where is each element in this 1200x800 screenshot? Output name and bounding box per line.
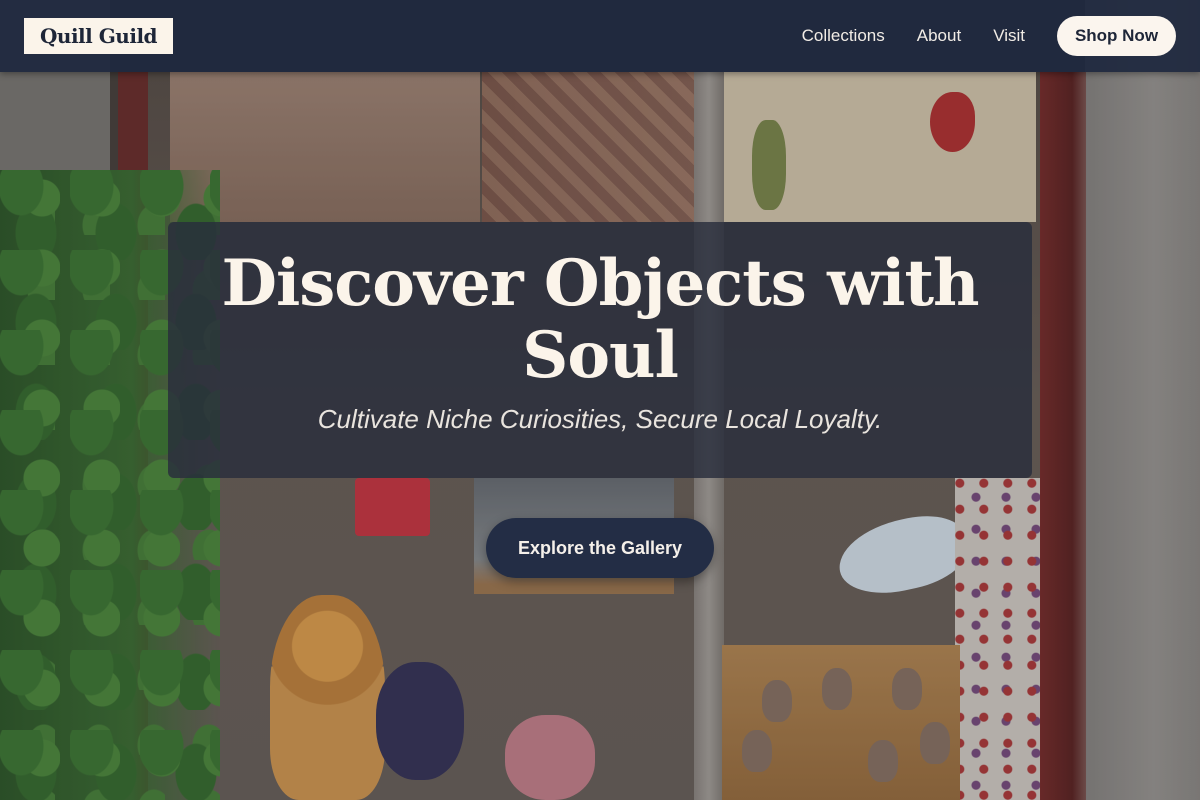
nav-link-collections[interactable]: Collections [802,26,885,46]
nav-link-about[interactable]: About [917,26,961,46]
top-navigation-bar: Quill Guild Collections About Visit Shop… [0,0,1200,72]
primary-nav: Collections About Visit Shop Now [802,16,1176,56]
hero-title: Discover Objects with Soul [221,246,979,393]
explore-gallery-button[interactable]: Explore the Gallery [486,518,714,578]
hero-subtitle: Cultivate Niche Curiosities, Secure Loca… [317,404,883,434]
shop-now-button[interactable]: Shop Now [1057,16,1176,56]
brand-logo[interactable]: Quill Guild [24,18,174,54]
nav-link-visit[interactable]: Visit [993,26,1025,46]
hero-text-panel: Discover Objects with Soul Cultivate Nic… [168,222,1032,478]
